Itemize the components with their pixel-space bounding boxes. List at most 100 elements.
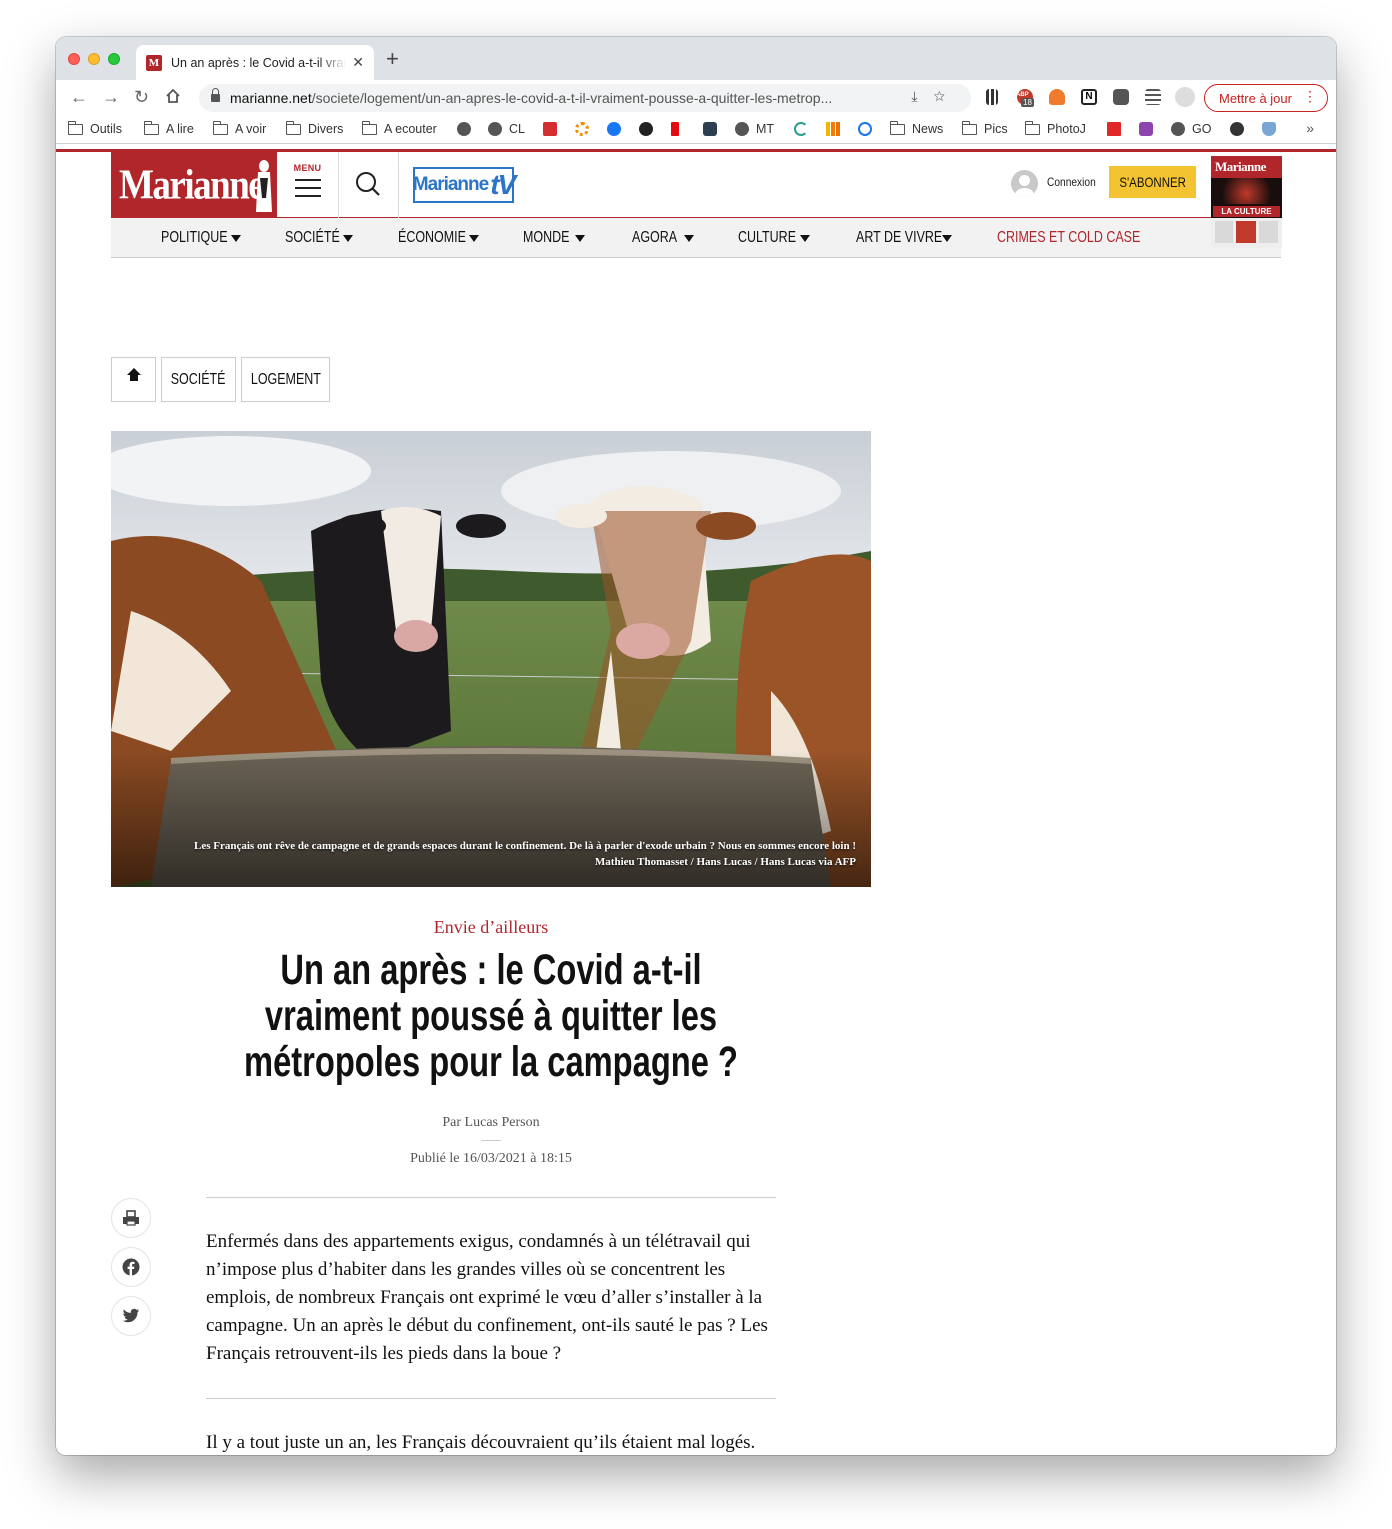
flipboard-icon[interactable] bbox=[1107, 122, 1128, 136]
puzzle-icon[interactable] bbox=[1113, 89, 1129, 105]
caret-down-icon bbox=[942, 235, 952, 242]
lock-icon bbox=[211, 87, 220, 104]
globe-icon bbox=[1171, 122, 1185, 136]
globe-icon bbox=[735, 122, 749, 136]
facebook-icon[interactable] bbox=[607, 122, 628, 136]
login-link[interactable]: Connexion bbox=[1047, 175, 1096, 189]
shield-icon[interactable] bbox=[1262, 122, 1283, 136]
subscribe-button[interactable]: S'ABONNER bbox=[1109, 166, 1196, 198]
image-credit: Mathieu Thomasset / Hans Lucas / Hans Lu… bbox=[594, 856, 856, 868]
minimize-window-button[interactable] bbox=[88, 53, 100, 65]
forward-arrow-icon[interactable]: → bbox=[102, 87, 120, 107]
pix-icon[interactable] bbox=[543, 122, 564, 136]
browser-tab[interactable]: M Un an après : le Covid a-t-il vraiment… bbox=[136, 45, 374, 80]
bookmark-link[interactable]: MT bbox=[735, 122, 774, 136]
facebook-share-button[interactable] bbox=[111, 1247, 151, 1287]
extension-icon[interactable] bbox=[1139, 122, 1160, 136]
user-avatar-icon[interactable] bbox=[1011, 170, 1038, 197]
update-button[interactable]: Mettre à jour ⋮ bbox=[1204, 84, 1328, 112]
caret-down-icon bbox=[800, 235, 810, 242]
nav-item-monde[interactable]: MONDE bbox=[523, 229, 585, 247]
breadcrumb: SOCIÉTÉ LOGEMENT bbox=[111, 357, 335, 402]
folder-icon bbox=[361, 120, 377, 135]
profile-avatar[interactable] bbox=[1175, 87, 1195, 107]
bookmark-link[interactable]: GO bbox=[1171, 122, 1211, 136]
close-window-button[interactable] bbox=[68, 53, 80, 65]
close-tab-icon[interactable]: ✕ bbox=[352, 54, 364, 71]
folder-icon bbox=[1024, 120, 1040, 135]
nav-item-politique[interactable]: POLITIQUE bbox=[161, 229, 246, 247]
menu-button[interactable]: MENU bbox=[277, 152, 339, 218]
bookmark-star-icon[interactable]: ☆ bbox=[934, 88, 961, 104]
extension-icon[interactable] bbox=[703, 122, 724, 136]
nav-item-societe[interactable]: SOCIÉTÉ bbox=[285, 229, 355, 247]
refresh-arc-icon[interactable] bbox=[794, 122, 815, 136]
new-tab-button[interactable]: + bbox=[386, 48, 399, 70]
folder-icon bbox=[67, 120, 83, 135]
tab-title: Un an après : le Covid a-t-il vraiment p… bbox=[171, 55, 347, 70]
marianne-tv-logo[interactable]: Marianne tV bbox=[413, 167, 516, 203]
print-button[interactable] bbox=[111, 1198, 151, 1238]
marianne-favicon-icon: M bbox=[146, 54, 162, 71]
caret-down-icon bbox=[575, 235, 585, 242]
divider bbox=[206, 1197, 776, 1198]
article-hero-image: Les Français ont rêve de campagne et de … bbox=[111, 431, 871, 887]
folder-icon bbox=[889, 120, 905, 135]
bookmark-folder[interactable]: News bbox=[889, 120, 943, 136]
sun-icon[interactable] bbox=[575, 122, 596, 136]
dark-circle-icon[interactable] bbox=[1230, 122, 1251, 136]
print-icon bbox=[123, 1210, 139, 1226]
omnibox-actions: ⤓☆ bbox=[911, 88, 961, 105]
nav-item-art-de-vivre[interactable]: ART DE VIVRE bbox=[856, 229, 967, 247]
notion-icon[interactable]: N bbox=[1081, 89, 1097, 105]
extension-bars-icon[interactable] bbox=[986, 89, 998, 105]
search-button[interactable] bbox=[339, 152, 399, 218]
bookmark-folder[interactable]: A lire bbox=[143, 120, 194, 136]
home-icon bbox=[126, 368, 141, 385]
zoom-window-button[interactable] bbox=[108, 53, 120, 65]
facebook-icon bbox=[122, 1258, 140, 1276]
nav-item-crimes-et-cold-case[interactable]: CRIMES ET COLD CASE bbox=[997, 229, 1181, 247]
globe-icon bbox=[488, 122, 502, 136]
bookmark-folder[interactable]: Divers bbox=[285, 120, 343, 136]
nav-item-culture[interactable]: CULTURE bbox=[738, 229, 812, 247]
address-bar[interactable]: marianne.net/societe/logement/un-an-apre… bbox=[199, 84, 971, 112]
browser-window: M Un an après : le Covid a-t-il vraiment… bbox=[56, 37, 1336, 1455]
folder-icon bbox=[961, 120, 977, 135]
bell-icon[interactable] bbox=[1049, 89, 1065, 105]
home-icon[interactable] bbox=[164, 87, 182, 109]
analytics-icon[interactable] bbox=[826, 122, 847, 136]
bookmark-folder[interactable]: PhotoJ bbox=[1024, 120, 1086, 136]
breadcrumb-item-societe[interactable]: SOCIÉTÉ bbox=[161, 357, 236, 402]
bookmark-link[interactable]: CL bbox=[488, 122, 525, 136]
bookmark-folder[interactable]: Pics bbox=[961, 120, 1008, 136]
netflix-icon[interactable] bbox=[671, 122, 686, 136]
twitter-share-button[interactable] bbox=[111, 1296, 151, 1336]
globe-icon[interactable] bbox=[457, 122, 478, 136]
back-arrow-icon[interactable]: ← bbox=[70, 87, 88, 107]
folder-icon bbox=[143, 120, 159, 135]
github-icon[interactable] bbox=[639, 122, 660, 136]
bookmark-folder[interactable]: Outils bbox=[67, 120, 122, 136]
marianne-logo[interactable]: Marianne bbox=[111, 152, 277, 218]
bookmark-folder[interactable]: A voir bbox=[212, 120, 266, 136]
install-icon[interactable]: ⤓ bbox=[911, 88, 933, 104]
nav-item-economie[interactable]: ÉCONOMIE bbox=[398, 229, 485, 247]
web-page: Marianne MENU Marianne tV Connexion S'AB… bbox=[56, 145, 1336, 1455]
article-title: Un an après : le Covid a-t-il vraiment p… bbox=[244, 946, 738, 1086]
more-bookmarks-icon[interactable]: » bbox=[1306, 120, 1314, 136]
breadcrumb-item-logement[interactable]: LOGEMENT bbox=[241, 357, 330, 402]
article-body: Il y a tout juste un an, les Français dé… bbox=[206, 1432, 756, 1453]
adblock-icon[interactable]: ABP 18 bbox=[1016, 89, 1034, 107]
caret-down-icon bbox=[231, 235, 241, 242]
breadcrumb-home[interactable] bbox=[111, 357, 156, 402]
article-author[interactable]: Par Lucas Person bbox=[111, 1115, 871, 1131]
onepassword-icon[interactable] bbox=[858, 122, 879, 136]
reload-icon[interactable]: ↻ bbox=[134, 87, 149, 107]
caret-down-icon bbox=[684, 235, 694, 242]
bookmark-folder[interactable]: A ecouter bbox=[361, 120, 437, 136]
nav-item-agora[interactable]: AGORA bbox=[632, 229, 694, 247]
playlist-icon[interactable] bbox=[1145, 89, 1161, 105]
author-divider bbox=[481, 1140, 501, 1141]
magazine-cover[interactable]: Marianne LA CULTURE bbox=[1211, 156, 1282, 248]
